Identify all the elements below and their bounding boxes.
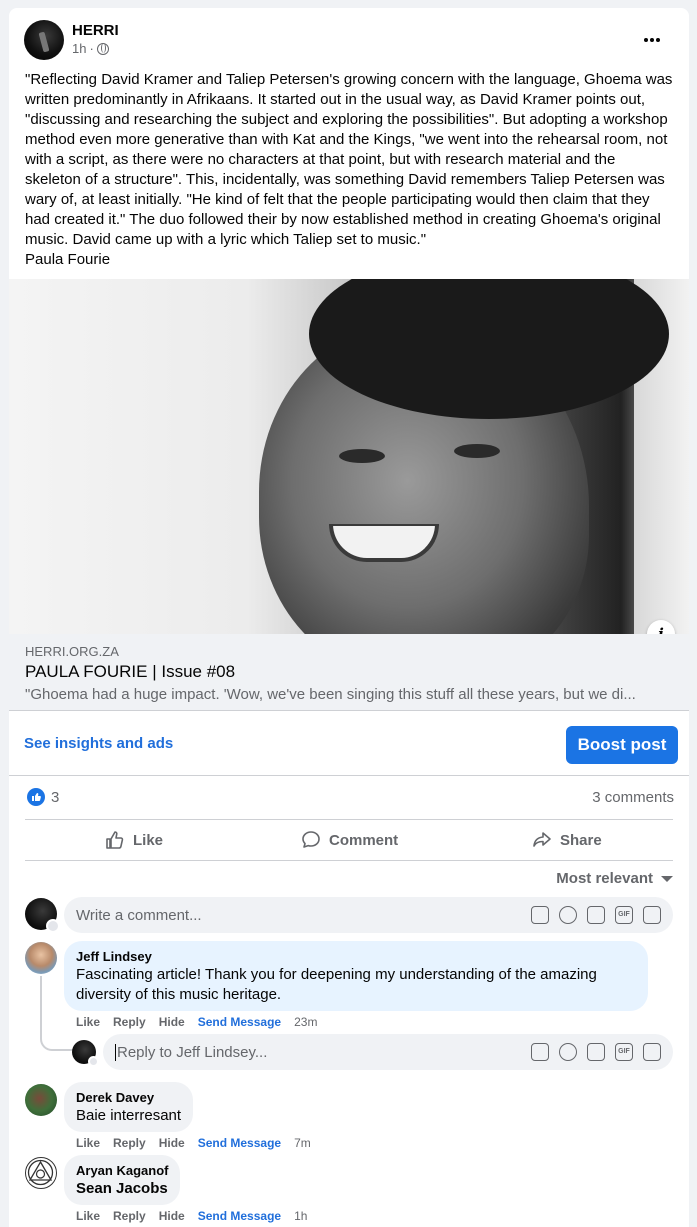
comment-author[interactable]: Jeff Lindsey — [76, 949, 636, 965]
camera-icon[interactable] — [587, 1043, 605, 1061]
reply-user-avatar[interactable] — [72, 1040, 99, 1067]
more-horizontal-icon — [644, 38, 660, 42]
send-message-button[interactable]: Send Message — [198, 1136, 281, 1150]
reaction-count: 3 — [51, 788, 60, 806]
comment-hide-button[interactable]: Hide — [159, 1015, 185, 1029]
comment-label: Comment — [329, 831, 399, 849]
post-text: "Reflecting David Kramer and Taliep Pete… — [25, 71, 673, 268]
comment-reply-button[interactable]: Reply — [113, 1209, 146, 1223]
comment-text[interactable]: Sean Jacobs — [76, 1179, 168, 1199]
comment-author[interactable]: Aryan Kaganof — [76, 1163, 168, 1179]
triangle-logo-icon — [27, 1159, 54, 1186]
reply-placeholder: Reply to Jeff Lindsey... — [115, 1043, 268, 1061]
thumbs-up-icon — [106, 831, 124, 849]
more-options-button[interactable] — [638, 26, 666, 54]
sticker-icon[interactable] — [643, 1043, 661, 1061]
comment-bubble-icon — [302, 831, 320, 848]
comment-actions: Like Reply Hide Send Message 1h — [76, 1209, 307, 1223]
gif-icon[interactable]: GIF — [615, 1043, 633, 1061]
sort-label: Most relevant — [556, 870, 653, 887]
like-label: Like — [133, 831, 164, 849]
link-description: "Ghoema had a huge impact. 'Wow, we've b… — [25, 686, 636, 703]
current-user-avatar[interactable] — [25, 898, 60, 933]
send-message-button[interactable]: Send Message — [198, 1209, 281, 1223]
reply-input[interactable]: Reply to Jeff Lindsey... GIF — [103, 1034, 673, 1070]
share-label: Share — [560, 831, 602, 849]
link-image[interactable] — [9, 279, 689, 634]
camera-icon[interactable] — [587, 906, 605, 924]
page-avatar[interactable] — [24, 20, 64, 60]
comment-input[interactable]: Write a comment... GIF — [64, 897, 673, 933]
see-insights-link[interactable]: See insights and ads — [24, 735, 173, 752]
post-time[interactable]: 1h — [72, 41, 86, 56]
post-header: HERRI 1h · — [24, 20, 674, 60]
caret-down-icon — [661, 875, 673, 882]
boost-post-button[interactable]: Boost post — [566, 726, 678, 764]
comment-time[interactable]: 23m — [294, 1015, 317, 1029]
comment-bubble: Jeff Lindsey Fascinating article! Thank … — [64, 941, 648, 1011]
link-title: PAULA FOURIE | Issue #08 — [25, 662, 236, 681]
page-name[interactable]: HERRI — [72, 22, 119, 39]
share-arrow-icon — [533, 832, 551, 847]
emoji-icon[interactable] — [559, 906, 577, 924]
comment-text: Baie interresant — [76, 1107, 182, 1124]
divider — [25, 860, 673, 861]
avatar-sticker-icon[interactable] — [531, 1043, 549, 1061]
account-switch-icon[interactable] — [88, 1056, 99, 1067]
emoji-icon[interactable] — [559, 1043, 577, 1061]
comment-button[interactable]: Comment — [301, 827, 398, 853]
meta-separator: · — [89, 41, 94, 56]
comment-placeholder: Write a comment... — [76, 906, 202, 924]
share-button[interactable]: Share — [532, 827, 602, 853]
comment-hide-button[interactable]: Hide — [159, 1136, 185, 1150]
comment-like-button[interactable]: Like — [76, 1015, 100, 1029]
avatar[interactable] — [25, 1157, 57, 1189]
like-reaction-icon — [27, 788, 45, 806]
comment-count[interactable]: 3 comments — [592, 789, 674, 806]
divider — [9, 775, 689, 776]
send-message-button[interactable]: Send Message — [198, 1015, 281, 1029]
post-card: HERRI 1h · "Reflecting David Kramer and … — [9, 8, 689, 1227]
reaction-summary[interactable]: 3 — [27, 788, 59, 806]
comment-author[interactable]: Derek Davey — [76, 1090, 181, 1106]
comment-actions: Like Reply Hide Send Message 23m — [76, 1015, 317, 1029]
sticker-icon[interactable] — [643, 906, 661, 924]
comment-sort-dropdown[interactable]: Most relevant — [556, 870, 673, 887]
gif-icon[interactable]: GIF — [615, 906, 633, 924]
comment-time[interactable]: 7m — [294, 1136, 311, 1150]
comment-bubble: Aryan Kaganof Sean Jacobs — [64, 1155, 181, 1205]
comment-time[interactable]: 1h — [294, 1209, 307, 1223]
comment-actions: Like Reply Hide Send Message 7m — [76, 1136, 311, 1150]
comment-like-button[interactable]: Like — [76, 1209, 100, 1223]
avatar[interactable] — [25, 1084, 57, 1116]
account-switch-icon[interactable] — [46, 919, 60, 933]
avatar-sticker-icon[interactable] — [531, 906, 549, 924]
comment-bubble: Derek Davey Baie interresant — [64, 1082, 194, 1132]
avatar[interactable] — [25, 942, 57, 974]
comment-reply-button[interactable]: Reply — [113, 1015, 146, 1029]
like-button[interactable]: Like — [105, 827, 163, 853]
composer-tools: GIF — [531, 1043, 661, 1061]
globe-icon — [96, 42, 109, 55]
divider — [25, 819, 673, 820]
composer-tools: GIF — [531, 906, 661, 924]
link-preview[interactable]: HERRI.ORG.ZA PAULA FOURIE | Issue #08 "G… — [9, 634, 689, 711]
comment-text: Fascinating article! Thank you for deepe… — [76, 966, 597, 1003]
comment-like-button[interactable]: Like — [76, 1136, 100, 1150]
post-meta: 1h · — [72, 41, 109, 56]
comment-hide-button[interactable]: Hide — [159, 1209, 185, 1223]
comment-reply-button[interactable]: Reply — [113, 1136, 146, 1150]
link-domain: HERRI.ORG.ZA — [25, 644, 119, 659]
